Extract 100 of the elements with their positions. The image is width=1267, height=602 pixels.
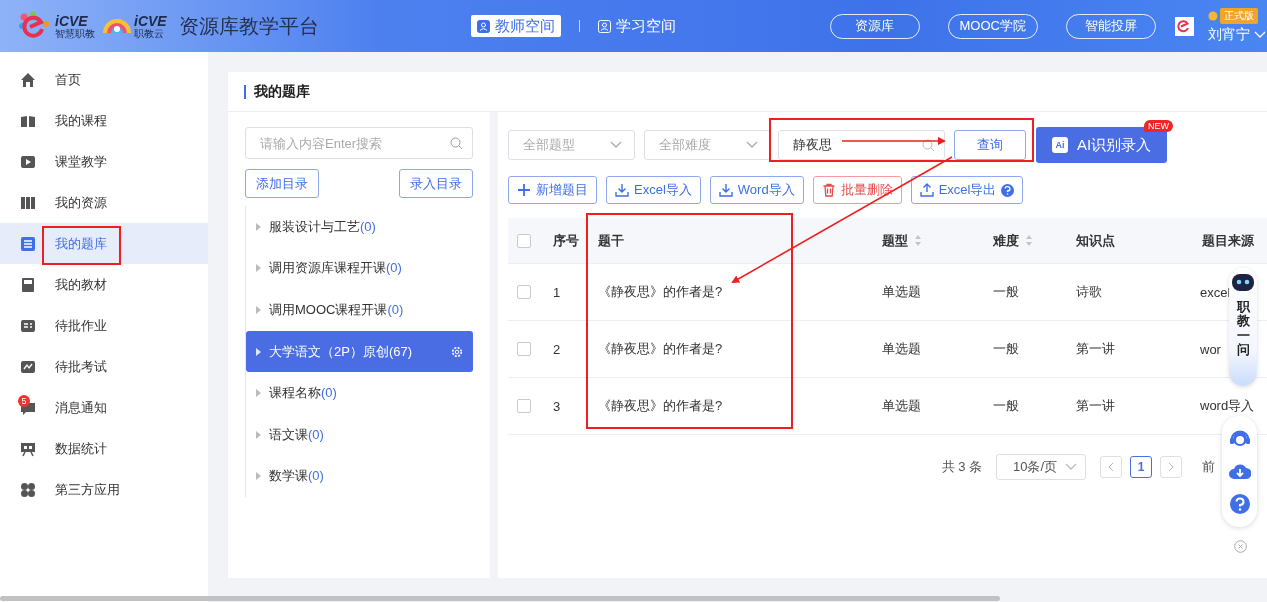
sidebar-item[interactable]: 我的课程 [0, 100, 208, 141]
space-tab[interactable]: 学习空间 [591, 15, 682, 37]
logo-text: iCVE [55, 13, 89, 28]
chevron-down-icon [1065, 463, 1077, 471]
caret-right-icon [256, 389, 261, 398]
column-header[interactable]: 难度 [993, 231, 1033, 250]
scrollbar[interactable] [0, 596, 1000, 601]
sidebar-item[interactable]: 5 消息通知 [0, 387, 208, 428]
goto-label: 前 [1202, 458, 1215, 476]
sidebar-item[interactable]: 待批考试 [0, 346, 208, 387]
previous-page-button[interactable] [1100, 456, 1122, 478]
clipboard-icon [20, 317, 36, 334]
column-header: 序号 [553, 231, 579, 250]
space-tab[interactable]: 教师空间 [470, 15, 561, 37]
table-cell: 3 [553, 398, 561, 414]
help-icon[interactable] [1001, 183, 1015, 197]
sidebar-item[interactable]: 第三方应用 [0, 469, 208, 510]
table-cell: 1 [553, 284, 561, 300]
tree-item[interactable]: 数学课(0) [246, 455, 473, 498]
close-icon[interactable] [1234, 540, 1247, 553]
gear-icon[interactable] [451, 345, 463, 358]
column-header: 知识点 [1076, 231, 1115, 250]
action-button[interactable]: Excel导出 [910, 176, 1024, 204]
sidebar-item[interactable]: 数据统计 [0, 428, 208, 469]
sidebar-item[interactable]: 待批作业 [0, 305, 208, 346]
tree-item[interactable]: 大学语文（2P）原创(67) [246, 330, 473, 373]
table-cell: 《静夜思》的作者是? [598, 341, 723, 356]
avatar[interactable] [1174, 16, 1194, 36]
chevron-down-icon [1253, 31, 1266, 39]
chevron-right-icon [1168, 462, 1174, 472]
table-cell: 一般 [993, 284, 1019, 299]
column-header: 题目来源 [1202, 231, 1254, 250]
table-cell: wor [1200, 341, 1221, 357]
sidebar-label: 待批考试 [55, 357, 107, 376]
sidebar-label: 首页 [55, 70, 81, 89]
sidebar-item[interactable]: 我的题库 [0, 223, 208, 264]
checkbox[interactable] [517, 342, 531, 356]
column-header: 题干 [598, 231, 624, 250]
download-icon [615, 183, 629, 197]
rainbow-shell-logo-icon [103, 19, 131, 33]
catalog-button[interactable]: 添加目录 [245, 169, 319, 198]
action-button[interactable]: Word导入 [709, 176, 804, 204]
checkbox[interactable] [517, 233, 531, 248]
plan-badge: 正式版 [1219, 8, 1258, 24]
chevron-left-icon [1108, 462, 1114, 472]
caret-right-icon [256, 264, 261, 273]
tree-item[interactable]: 课程名称(0) [246, 372, 473, 414]
sidebar-label: 数据统计 [55, 439, 107, 458]
tree-item[interactable]: 调用资源库课程开课(0) [246, 247, 473, 290]
user-name[interactable]: 刘宵宁 [1207, 26, 1250, 44]
help-icon[interactable] [1228, 492, 1251, 515]
trash-icon [821, 183, 836, 197]
table-cell: 一般 [993, 398, 1019, 413]
caret-right-icon [256, 347, 261, 356]
tree-item[interactable]: 调用MOOC课程开课(0) [246, 289, 473, 331]
search-field[interactable]: 请输入内容Enter搜索 [245, 127, 473, 159]
sidebar-item[interactable]: 课堂教学 [0, 141, 208, 182]
robot-icon [1231, 272, 1255, 292]
search-field[interactable]: 静夜思 [778, 130, 945, 160]
caret-right-icon [256, 430, 261, 439]
new-badge: NEW [1144, 120, 1173, 132]
teacher-icon [476, 19, 490, 33]
column-header[interactable]: 题型 [882, 231, 922, 250]
action-button[interactable]: 批量删除 [812, 176, 902, 204]
grid-icon [20, 481, 36, 498]
action-button[interactable]: Excel导入 [606, 176, 701, 204]
logo-caption: 智慧职教 [55, 28, 95, 39]
upload-icon [919, 183, 934, 197]
table-cell: 《静夜思》的作者是? [598, 398, 723, 413]
search-icon [450, 137, 463, 150]
next-page-button[interactable] [1160, 456, 1182, 478]
checkbox[interactable] [517, 399, 531, 413]
table-cell: 《静夜思》的作者是? [598, 284, 723, 299]
action-button[interactable]: 新增题目 [508, 176, 597, 204]
list-icon [20, 235, 36, 252]
sidebar-item[interactable]: 我的资源 [0, 182, 208, 223]
table-cell: 诗歌 [1076, 284, 1102, 299]
query-button[interactable]: 查询 [954, 130, 1026, 160]
cloud-download-icon[interactable] [1228, 462, 1251, 481]
ai-icon: Ai [1051, 137, 1068, 153]
page-size-select[interactable]: 10条/页 [996, 454, 1086, 480]
presentation-icon [20, 440, 36, 457]
assistant-widget[interactable]: 职教一问 [1229, 268, 1257, 386]
catalog-button[interactable]: 录入目录 [399, 169, 473, 198]
sort-icon[interactable] [1025, 234, 1033, 247]
app-title: 资源库教学平台 [178, 13, 319, 39]
chevron-down-icon [746, 141, 758, 149]
page-button[interactable]: 1 [1130, 456, 1152, 478]
total-count: 共 3 条 [941, 458, 982, 476]
sidebar-item[interactable]: 我的教材 [0, 264, 208, 305]
sidebar-label: 我的资源 [55, 193, 107, 212]
page-title: 我的题库 [254, 82, 310, 101]
checkbox[interactable] [517, 285, 531, 299]
tree-item[interactable]: 服装设计与工艺(0) [246, 206, 473, 248]
caret-right-icon [256, 306, 261, 314]
tree-item[interactable]: 语文课(0) [246, 413, 473, 456]
table-cell: 单选题 [882, 398, 921, 413]
table-cell: 2 [553, 341, 561, 357]
sidebar-item[interactable]: 首页 [0, 59, 208, 100]
sort-icon[interactable] [914, 234, 922, 247]
